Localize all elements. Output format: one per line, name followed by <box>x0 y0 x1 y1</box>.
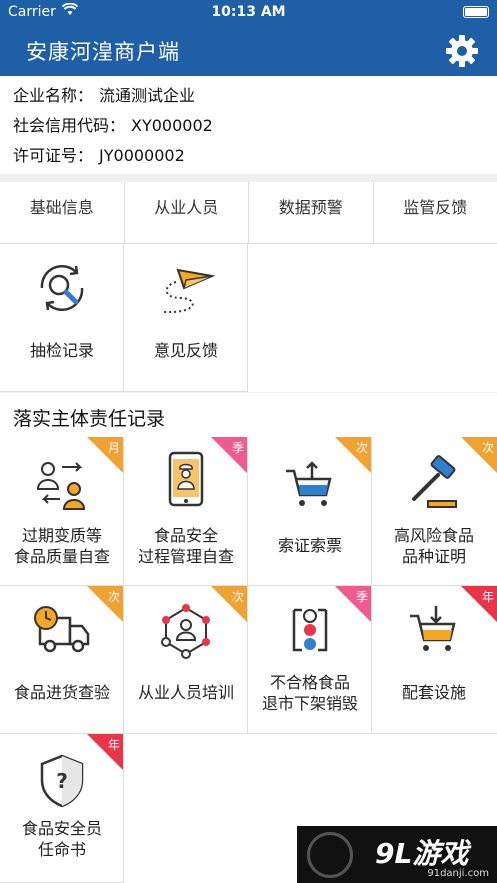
shield-question-icon: ? <box>40 754 84 808</box>
record-facilities[interactable]: 年 配套设施 <box>372 586 497 734</box>
license-value: JY0000002 <box>99 146 185 165</box>
record-purchase-inspection[interactable]: 次 食品进货查验 <box>0 586 124 734</box>
traffic-cycle-icon <box>292 608 328 652</box>
frequency-badge: 次 <box>211 586 247 622</box>
watermark-url: 91danji.com <box>427 868 489 879</box>
frequency-badge: 月 <box>87 437 123 473</box>
company-name-value: 流通测试企业 <box>99 86 196 105</box>
quick-empty-cell <box>248 244 372 392</box>
record-label-line2: 过程管理自查 <box>137 547 234 566</box>
frequency-badge: 次 <box>87 586 123 622</box>
nav-bar: 安康河湟商户端 <box>0 24 497 76</box>
tab-bar: 基础信息 从业人员 数据预警 监管反馈 <box>0 182 497 244</box>
company-info: 企业名称： 流通测试企业 社会信用代码： XY000002 许可证号： JY00000… <box>0 76 497 174</box>
frequency-badge: 季 <box>335 586 371 622</box>
records-grid: 月 过期变质等 食品质量自查 季 食品安全 过程管理自查 次 索证索票 次 高风… <box>0 437 497 883</box>
record-label-line1: 配套设施 <box>401 683 466 702</box>
frequency-badge: 季 <box>211 437 247 473</box>
record-label-line2: 食品质量自查 <box>13 547 110 566</box>
frequency-badge: 年 <box>461 586 497 622</box>
paper-plane-icon <box>162 268 216 313</box>
cart-upload-icon <box>286 461 332 506</box>
delivery-truck-icon <box>34 606 90 653</box>
record-label-line2: 退市下架销毁 <box>261 694 358 713</box>
record-label-line1: 食品进货查验 <box>13 683 110 702</box>
tab-staff[interactable]: 从业人员 <box>125 182 249 243</box>
app-title: 安康河湟商户端 <box>26 40 180 64</box>
credit-code-label: 社会信用代码： <box>13 116 126 135</box>
magnifier-refresh-icon <box>40 265 84 311</box>
status-bar: Carrier 10:13 AM <box>0 0 497 24</box>
record-label-line1: 高风险食品 <box>393 526 474 545</box>
section-title: 落实主体责任记录 <box>0 393 497 437</box>
record-safety-officer-appointment[interactable]: 年 ? 食品安全员 任命书 <box>0 734 124 883</box>
battery-icon <box>463 6 489 18</box>
frequency-badge: 次 <box>461 437 497 473</box>
watermark: 9L游戏 91danji.com <box>297 826 497 883</box>
gear-icon[interactable] <box>445 34 479 68</box>
record-label-line2: 任命书 <box>37 840 86 859</box>
tab-basic-info[interactable]: 基础信息 <box>0 182 125 243</box>
license-label: 许可证号： <box>13 146 94 165</box>
record-label-line2: 品种证明 <box>401 547 466 566</box>
svg-text:?: ? <box>56 769 68 793</box>
record-label-line1: 从业人员培训 <box>137 683 234 702</box>
credit-code-value: XY000002 <box>131 116 213 135</box>
company-name-row: 企业名称： 流通测试企业 <box>13 82 201 106</box>
tab-supervision-feedback[interactable]: 监管反馈 <box>374 182 497 243</box>
tab-data-warning[interactable]: 数据预警 <box>249 182 374 243</box>
quick-item-feedback[interactable]: 意见反馈 <box>124 244 248 392</box>
record-label-line1: 食品安全 <box>153 526 218 545</box>
quick-item-label: 意见反馈 <box>153 341 218 360</box>
record-staff-training[interactable]: 次 从业人员培训 <box>124 586 248 734</box>
phone-chef-icon <box>168 451 204 507</box>
people-network-icon <box>161 604 210 659</box>
frequency-badge: 年 <box>87 734 123 770</box>
watermark-brand: 9L游戏 <box>375 837 469 870</box>
record-quality-self-check[interactable]: 月 过期变质等 食品质量自查 <box>0 437 124 586</box>
quick-item-inspection[interactable]: 抽检记录 <box>0 244 124 392</box>
record-high-risk-proof[interactable]: 次 高风险食品 品种证明 <box>372 437 497 586</box>
record-label-line1: 过期变质等 <box>21 526 102 545</box>
record-label-line1: 索证索票 <box>277 536 342 555</box>
license-row: 许可证号： JY0000002 <box>13 142 191 166</box>
record-process-self-check[interactable]: 季 食品安全 过程管理自查 <box>124 437 248 586</box>
record-unqualified-disposal[interactable]: 季 不合格食品 退市下架销毁 <box>248 586 372 734</box>
credit-code-row: 社会信用代码： XY000002 <box>13 112 219 136</box>
watermark-logo <box>307 832 353 878</box>
clock: 10:13 AM <box>211 4 286 20</box>
quick-grid: 抽检记录 意见反馈 <box>0 244 497 392</box>
record-label-line1: 食品安全员 <box>21 819 102 838</box>
company-name-label: 企业名称： <box>13 86 94 105</box>
cart-download-icon <box>410 606 456 651</box>
record-certificates[interactable]: 次 索证索票 <box>248 437 372 586</box>
gavel-icon <box>412 455 457 508</box>
quick-item-label: 抽检记录 <box>29 341 94 360</box>
people-exchange-icon <box>36 462 86 510</box>
frequency-badge: 次 <box>335 437 371 473</box>
record-label-line1: 不合格食品 <box>269 673 350 692</box>
